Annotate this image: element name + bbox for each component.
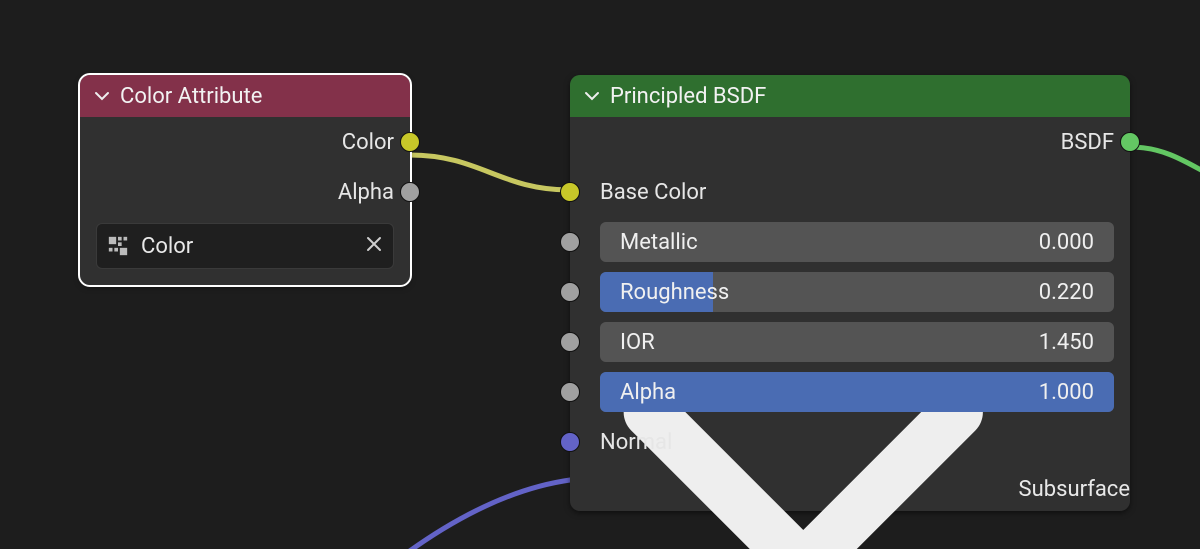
node-header[interactable]: Principled BSDF xyxy=(570,75,1130,117)
output-color[interactable]: Color xyxy=(80,117,410,167)
output-label: Alpha xyxy=(338,180,394,205)
slider-label: Roughness xyxy=(620,280,729,305)
input-normal[interactable]: Normal xyxy=(570,417,1130,467)
slider-roughness[interactable]: Roughness 0.220 xyxy=(600,272,1114,312)
socket-roughness-in[interactable] xyxy=(560,282,580,302)
input-ior[interactable]: IOR 1.450 xyxy=(570,317,1130,367)
input-roughness[interactable]: Roughness 0.220 xyxy=(570,267,1130,317)
input-label: Base Color xyxy=(600,180,706,205)
output-bsdf[interactable]: BSDF xyxy=(570,117,1130,167)
socket-color-out[interactable] xyxy=(400,132,420,152)
color-attribute-field[interactable]: Color xyxy=(96,223,394,269)
node-title: Color Attribute xyxy=(120,84,262,109)
node-header[interactable]: Color Attribute xyxy=(80,75,410,117)
panel-subsurface[interactable]: Subsurface xyxy=(570,467,1130,511)
panel-label: Subsurface xyxy=(1019,477,1130,502)
chevron-down-icon xyxy=(94,88,110,104)
socket-alpha-out[interactable] xyxy=(400,182,420,202)
slider-label: Alpha xyxy=(620,380,676,405)
attribute-field-label: Color xyxy=(141,234,193,259)
slider-ior[interactable]: IOR 1.450 xyxy=(600,322,1114,362)
slider-value: 0.000 xyxy=(1039,230,1094,255)
vertex-color-icon xyxy=(107,235,129,257)
slider-label: Metallic xyxy=(620,230,698,255)
node-principled-bsdf[interactable]: Principled BSDF BSDF Base Color Metallic… xyxy=(570,75,1130,511)
input-label: Normal xyxy=(600,430,672,455)
input-metallic[interactable]: Metallic 0.000 xyxy=(570,217,1130,267)
slider-label: IOR xyxy=(620,330,655,355)
socket-normal-in[interactable] xyxy=(560,432,580,452)
slider-value: 1.450 xyxy=(1039,330,1094,355)
slider-alpha[interactable]: Alpha 1.000 xyxy=(600,372,1114,412)
slider-value: 0.220 xyxy=(1039,280,1094,305)
output-label: Color xyxy=(342,130,394,155)
output-label: BSDF xyxy=(1061,130,1114,155)
socket-ior-in[interactable] xyxy=(560,332,580,352)
socket-base-color-in[interactable] xyxy=(560,182,580,202)
output-alpha[interactable]: Alpha xyxy=(80,167,410,217)
slider-metallic[interactable]: Metallic 0.000 xyxy=(600,222,1114,262)
clear-icon[interactable] xyxy=(365,234,383,259)
input-base-color[interactable]: Base Color xyxy=(570,167,1130,217)
input-alpha[interactable]: Alpha 1.000 xyxy=(570,367,1130,417)
socket-metallic-in[interactable] xyxy=(560,232,580,252)
node-color-attribute[interactable]: Color Attribute Color Alpha Color xyxy=(80,75,410,285)
socket-bsdf-out[interactable] xyxy=(1120,132,1140,152)
chevron-down-icon xyxy=(584,88,600,104)
socket-alpha-in[interactable] xyxy=(560,382,580,402)
node-title: Principled BSDF xyxy=(610,84,766,109)
slider-value: 1.000 xyxy=(1039,380,1094,405)
